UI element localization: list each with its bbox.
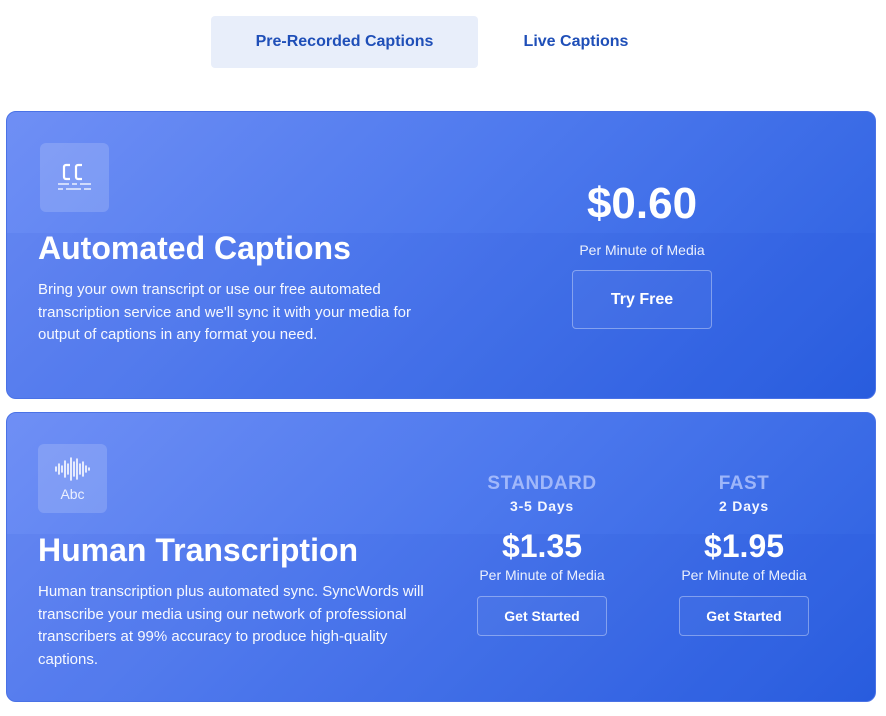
fast-tier-price-unit: Per Minute of Media	[681, 567, 807, 583]
standard-tier-price-unit: Per Minute of Media	[479, 567, 605, 583]
fast-get-started-button[interactable]: Get Started	[679, 596, 809, 636]
try-free-button[interactable]: Try Free	[572, 270, 712, 329]
soundwave-icon: Abc	[38, 444, 107, 513]
tab-pre-recorded-captions[interactable]: Pre-Recorded Captions	[211, 16, 478, 68]
tab-live-captions[interactable]: Live Captions	[478, 16, 674, 68]
automated-price-unit: Per Minute of Media	[579, 242, 705, 258]
human-transcription-title: Human Transcription	[38, 532, 359, 568]
soundwave-icon-label: Abc	[60, 485, 85, 502]
human-transcription-description: Human transcription plus automated sync.…	[38, 583, 424, 668]
standard-tier-column: STANDARD 3-5 Days $1.35 Per Minute of Me…	[462, 473, 622, 636]
standard-tier-price: $1.35	[501, 528, 583, 564]
fast-tier-name: FAST	[718, 473, 770, 494]
closed-captions-icon-graphic	[57, 163, 91, 190]
standard-tier-days: 3-5 Days	[510, 498, 574, 514]
fast-tier-column: FAST 2 Days $1.95 Per Minute of Media Ge…	[664, 473, 824, 636]
automated-captions-card: Automated Captions Bring your own transc…	[6, 111, 876, 399]
fast-tier-price: $1.95	[703, 528, 785, 564]
caption-type-tabs: Pre-Recorded Captions Live Captions	[211, 16, 674, 68]
automated-captions-description: Bring your own transcript or use our fre…	[38, 281, 412, 343]
automated-price-column: $0.60 Per Minute of Media Try Free	[547, 182, 737, 329]
human-transcription-card: Abc Human Transcription Human transcript…	[6, 412, 876, 702]
automated-captions-title: Automated Captions	[38, 230, 351, 266]
standard-tier-name: STANDARD	[487, 473, 597, 494]
closed-captions-icon	[40, 143, 109, 212]
fast-tier-days: 2 Days	[719, 498, 769, 514]
soundwave-icon-graphic	[54, 456, 90, 481]
automated-price: $0.60	[586, 179, 698, 228]
standard-get-started-button[interactable]: Get Started	[477, 596, 607, 636]
